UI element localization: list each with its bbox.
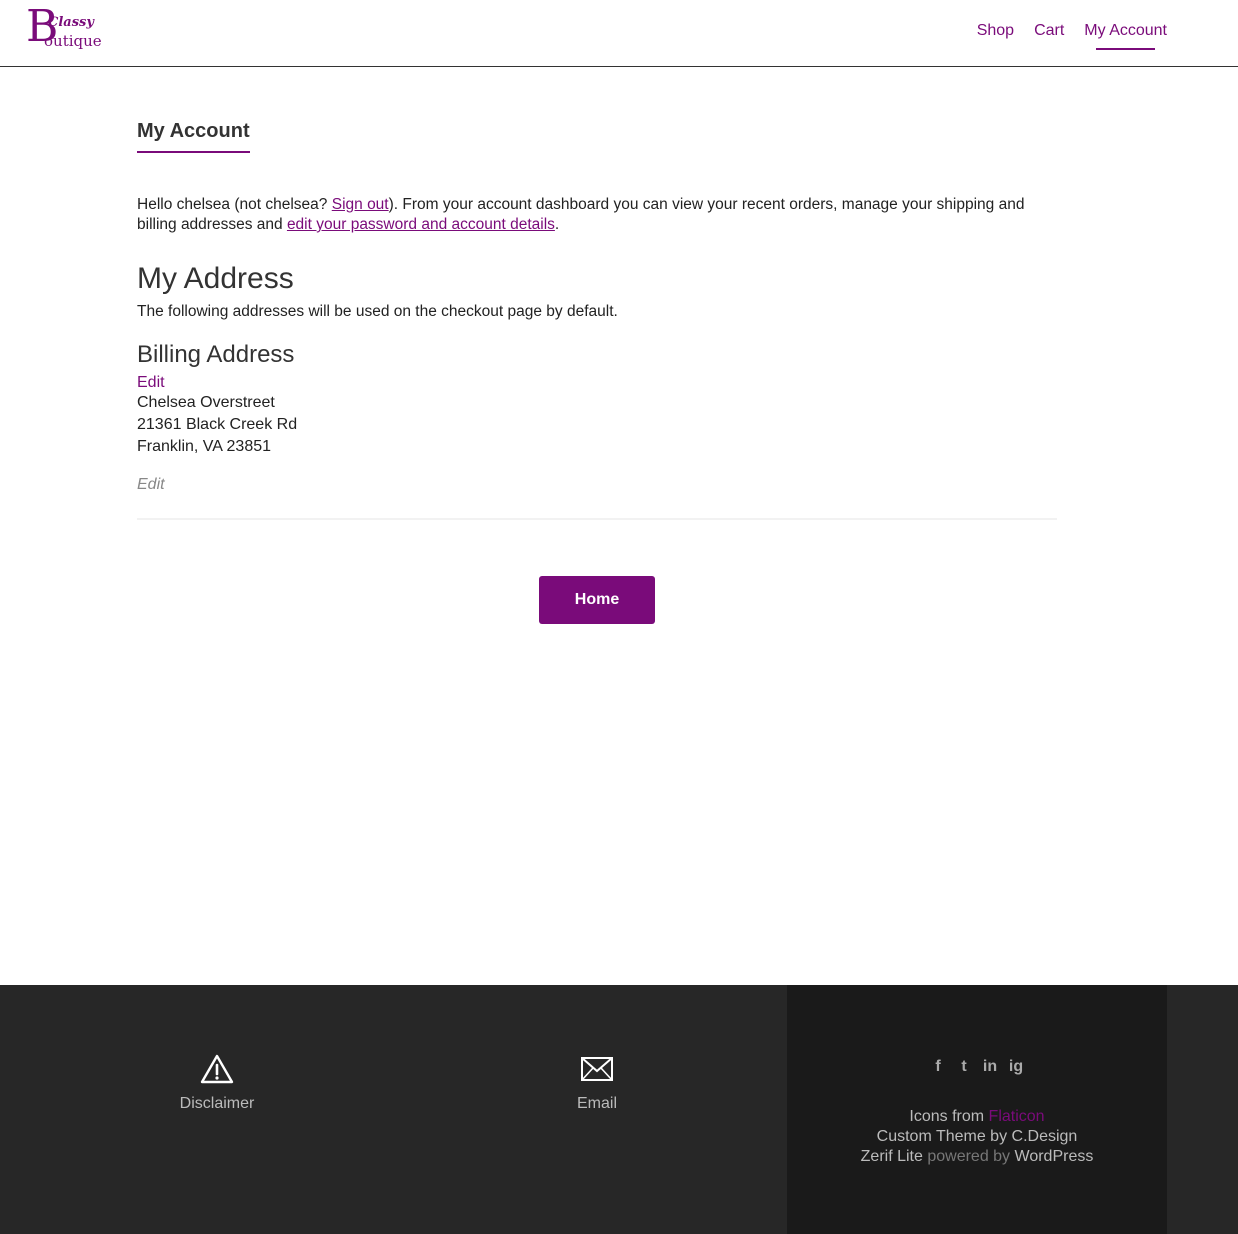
billing-heading: Billing Address <box>137 341 295 368</box>
logo-top-text: Classy <box>48 15 94 30</box>
edit-account-secondary-link[interactable]: Edit <box>137 476 1057 494</box>
footer-email[interactable]: Email <box>517 1053 677 1113</box>
account-intro: Hello chelsea (not chelsea? Sign out). F… <box>137 195 1057 235</box>
social-links: f t in ig <box>787 1058 1167 1076</box>
logo-bottom-text: outique <box>44 32 102 50</box>
nav-my-account[interactable]: My Account <box>1084 22 1167 50</box>
nav-cart[interactable]: Cart <box>1034 22 1064 48</box>
zerif-credit: Zerif Lite powered by WordPress <box>787 1147 1167 1167</box>
billing-name: Chelsea Overstreet <box>137 393 275 411</box>
sign-out-link[interactable]: Sign out <box>332 196 389 213</box>
intro-hello: Hello chelsea (not chelsea? <box>137 196 332 213</box>
flaticon-link[interactable]: Flaticon <box>989 1108 1045 1125</box>
twitter-icon[interactable]: t <box>955 1058 973 1076</box>
content-divider <box>137 517 1057 520</box>
email-label[interactable]: Email <box>517 1095 677 1113</box>
address-heading: My Address <box>137 262 294 295</box>
wordpress-link[interactable]: WordPress <box>1015 1148 1094 1165</box>
main-nav: Shop Cart My Account <box>977 22 1167 50</box>
facebook-icon[interactable]: f <box>929 1058 947 1076</box>
site-header: B Classy outique Shop Cart My Account <box>0 0 1238 67</box>
edit-account-link[interactable]: edit your password and account details <box>287 216 555 233</box>
instagram-icon[interactable]: ig <box>1007 1058 1025 1076</box>
footer-disclaimer[interactable]: Disclaimer <box>137 1053 297 1113</box>
theme-credit: Custom Theme by C.Design <box>876 1128 1078 1145</box>
site-logo[interactable]: B Classy outique <box>26 5 116 53</box>
site-footer: Disclaimer Email f t in ig Icons from Fl… <box>0 985 1238 1234</box>
nav-shop[interactable]: Shop <box>977 22 1014 48</box>
footer-credits-panel: f t in ig Icons from Flaticon Custom The… <box>787 985 1167 1234</box>
linkedin-icon[interactable]: in <box>981 1058 999 1076</box>
icons-credit-text: Icons from <box>909 1108 989 1125</box>
home-button[interactable]: Home <box>539 576 655 624</box>
account-content: My Account Hello chelsea (not chelsea? S… <box>137 120 1057 624</box>
edit-billing-link[interactable]: Edit <box>137 374 1057 392</box>
billing-address: Chelsea Overstreet 21361 Black Creek Rd … <box>137 392 1057 458</box>
billing-city: Franklin, VA 23851 <box>137 437 272 455</box>
disclaimer-label[interactable]: Disclaimer <box>137 1095 297 1113</box>
powered-by-text: powered by <box>922 1148 1015 1165</box>
page-title: My Account <box>137 120 250 153</box>
icons-credit: Icons from Flaticon <box>787 1107 1167 1127</box>
warning-icon <box>200 1054 234 1084</box>
address-note: The following addresses will be used on … <box>137 303 618 320</box>
footer-credits: Icons from Flaticon Custom Theme by C.De… <box>787 1107 1167 1167</box>
intro-end: . <box>554 216 560 233</box>
zerif-link[interactable]: Zerif Lite <box>861 1148 923 1165</box>
envelope-icon <box>581 1057 613 1081</box>
billing-street: 21361 Black Creek Rd <box>137 415 298 433</box>
